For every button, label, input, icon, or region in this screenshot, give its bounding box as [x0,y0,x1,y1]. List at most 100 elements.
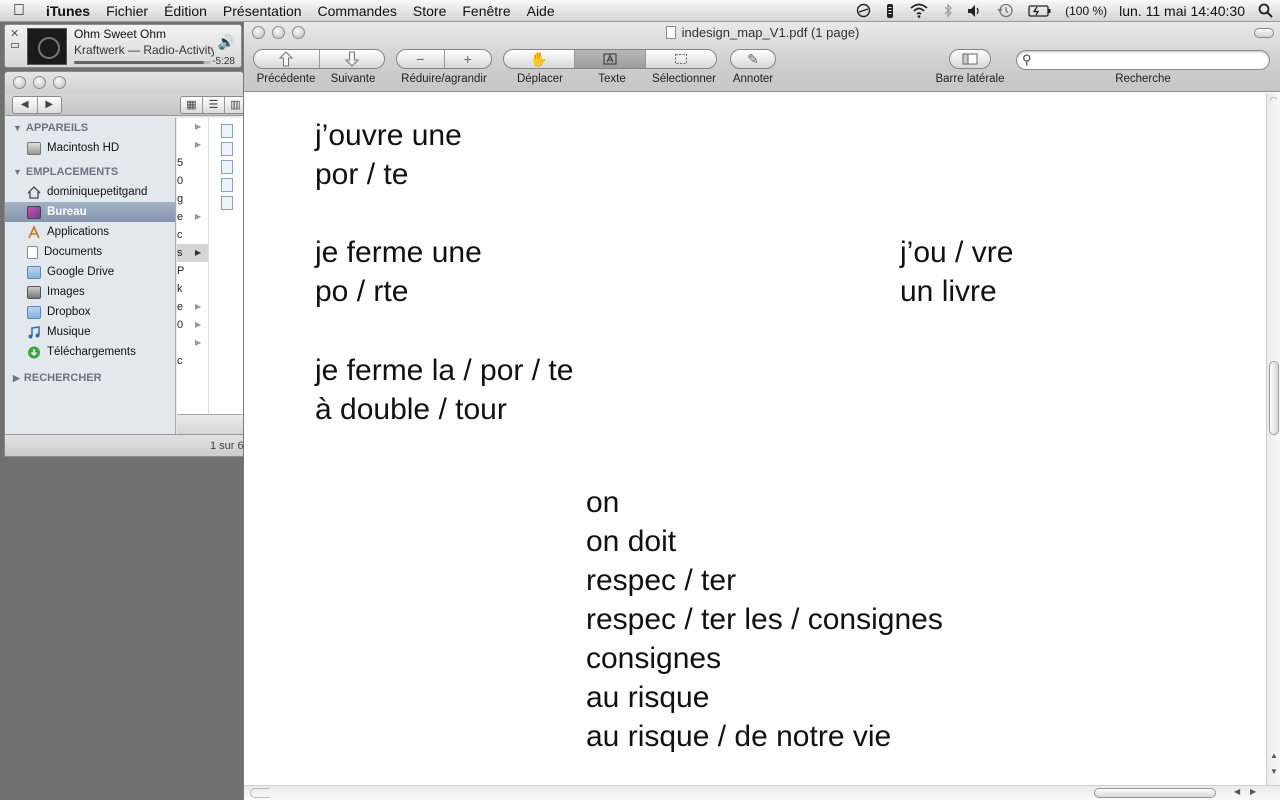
minimize-button[interactable] [33,76,46,89]
menu-aide[interactable]: Aide [519,0,563,22]
apple-icon[interactable]:  [0,2,38,20]
next-page-button[interactable] [320,50,385,68]
poem-block: j’ou / vre un livre [900,233,1013,311]
scroll-cap-icon: ◠ [1270,95,1277,104]
toolbar-toggle-button[interactable] [1254,28,1274,38]
list-item[interactable]: P [177,262,208,280]
list-item[interactable]: k [177,280,208,298]
section-places[interactable]: ▼ EMPLACEMENTS [5,162,175,182]
time-machine-icon[interactable] [990,0,1021,22]
wifi-icon[interactable] [902,0,936,22]
scroll-up-icon[interactable]: ▲ [1270,751,1278,760]
disclosure-triangle-icon[interactable]: ▶ [13,368,20,388]
zoom-button[interactable] [53,76,66,89]
menu-presentation[interactable]: Présentation [215,0,310,22]
menu-edition[interactable]: Édition [156,0,215,22]
file-icon[interactable] [221,142,233,156]
scroll-down-icon[interactable]: ▼ [1270,767,1278,776]
poem-line: un livre [900,275,997,308]
menu-fichier[interactable]: Fichier [98,0,156,22]
battery-icon[interactable] [1021,0,1059,22]
menu-store[interactable]: Store [405,0,454,22]
back-icon[interactable]: ◀ [13,97,38,113]
zoom-out-button[interactable]: − [397,50,445,68]
sidebar-item-applications[interactable]: Applications [5,222,175,242]
menu-commandes[interactable]: Commandes [310,0,405,22]
scroll-left-icon[interactable]: ◀ [1234,787,1240,796]
sidebar-item-dropbox[interactable]: Dropbox [5,302,175,322]
album-art[interactable] [27,28,67,65]
finder-column-browser: ▶ ▶ 5 0 g e ▶ c s ▶ P k e ▶ 0 ▶ ▶ c [177,118,243,414]
sidebar-item-images[interactable]: Images [5,282,175,302]
close-button[interactable] [13,76,26,89]
list-item[interactable]: 0 ▶ [177,316,208,334]
file-icon[interactable] [221,178,233,192]
menu-fenetre[interactable]: Fenêtre [454,0,518,22]
disclosure-triangle-icon[interactable]: ▼ [13,162,22,182]
pdf-page-content[interactable]: j’ouvre une por / te je ferme une po / r… [244,93,1266,785]
sidebar-item-label: Macintosh HD [47,142,120,154]
finder-sidebar: ▼ APPAREILS Macintosh HD ▼ EMPLACEMENTS do… [5,118,176,434]
menu-bar:  iTunes Fichier Édition Présentation Co… [0,0,1280,22]
sidebar-item-telechargements[interactable]: Téléchargements [5,342,175,362]
annotate-button[interactable]: ✎ [731,50,775,68]
disclosure-triangle-icon[interactable]: ▼ [13,118,22,138]
sidebar-toggle-button[interactable] [950,50,990,68]
sidebar-item-bureau[interactable]: Bureau [5,202,175,222]
select-tool-button[interactable] [646,50,716,68]
poem-block: je ferme la / por / te à double / tour [315,351,573,429]
sidebar-item-home[interactable]: dominiquepetitgand [5,182,175,202]
column-view-icon[interactable]: ▥ [225,97,243,113]
section-devices[interactable]: ▼ APPAREILS [5,118,175,138]
sync-icon[interactable] [849,0,878,22]
search-input[interactable] [1039,53,1263,67]
list-item[interactable]: 0 [177,172,208,190]
forward-icon[interactable]: ▶ [38,97,62,113]
volume-icon[interactable] [960,0,990,22]
vertical-scrollbar[interactable]: ◠ ▲ ▼ [1266,93,1280,785]
zoom-label: Réduire/agrandir [401,73,487,85]
list-item[interactable]: ▶ [177,334,208,352]
vertical-scroll-thumb[interactable] [1269,361,1279,435]
sidebar-item-google-drive[interactable]: Google Drive [5,262,175,282]
sidebar-item-musique[interactable]: Musique [5,322,175,342]
file-icon[interactable] [221,124,233,138]
list-item[interactable]: ▶ [177,136,208,154]
sidebar-item-label: Documents [44,246,103,258]
list-item[interactable]: c [177,226,208,244]
script-icon[interactable] [878,0,902,22]
list-item[interactable]: e ▶ [177,298,208,316]
zoom-in-button[interactable]: + [445,50,492,68]
list-item[interactable]: ▶ [177,118,208,136]
text-tool-button[interactable] [575,50,646,68]
section-search[interactable]: ▶ RECHERCHER [5,368,175,388]
list-item[interactable]: g [177,190,208,208]
file-icon[interactable] [221,160,233,174]
list-view-icon[interactable]: ☰ [203,97,225,113]
previous-page-button[interactable] [254,50,320,68]
track-artist: Kraftwerk — Radio-Activity [74,43,214,57]
list-item[interactable]: c [177,352,208,370]
list-item[interactable]: e ▶ [177,208,208,226]
clock[interactable]: lun. 11 mai 14:40:30 [1113,3,1251,19]
horizontal-scrollbar[interactable]: ◀ ▶ [244,785,1280,800]
sidebar-item-documents[interactable]: Documents [5,242,175,262]
search-field[interactable]: ⚲ [1016,50,1270,70]
move-tool-button[interactable]: ✋ [504,50,575,68]
bluetooth-icon[interactable] [936,0,960,22]
menu-app-name[interactable]: iTunes [38,0,98,22]
sidebar-icon [962,53,978,65]
track-progress[interactable] [74,61,211,64]
icon-view-icon[interactable]: ▦ [181,97,203,113]
horizontal-scroll-thumb[interactable] [1094,788,1216,798]
scroll-right-icon[interactable]: ▶ [1250,787,1256,796]
expand-icon[interactable] [11,43,19,48]
close-icon[interactable]: ✕ [10,27,19,40]
list-item[interactable]: s ▶ [177,244,208,262]
spotlight-icon[interactable] [1251,0,1280,22]
volume-icon[interactable]: 🔊 [218,34,235,51]
sidebar-item-macintosh-hd[interactable]: Macintosh HD [5,138,175,158]
poem-line: respec / ter [586,564,737,597]
list-item[interactable]: 5 [177,154,208,172]
file-icon[interactable] [221,196,233,210]
